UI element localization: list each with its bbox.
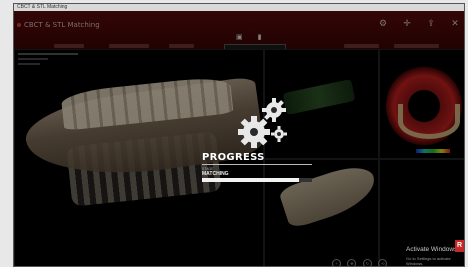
progress-step-value: MATCHING bbox=[202, 171, 229, 177]
os-titlebar: CBCT & STL Matching bbox=[14, 4, 464, 11]
app-window: CBCT & STL Matching CBCT & STL Matching … bbox=[13, 3, 465, 267]
activate-windows-title: Activate Windows bbox=[406, 246, 458, 253]
corner-badge[interactable]: R bbox=[455, 240, 464, 252]
progress-divider bbox=[202, 164, 312, 165]
progress-bar bbox=[202, 178, 312, 182]
progress-title: PROGRESS bbox=[202, 152, 265, 163]
activate-windows-subtitle: Go to Settings to activate Windows. bbox=[406, 256, 451, 266]
gears-icon bbox=[238, 98, 287, 148]
progress-bar-fill bbox=[202, 178, 299, 182]
